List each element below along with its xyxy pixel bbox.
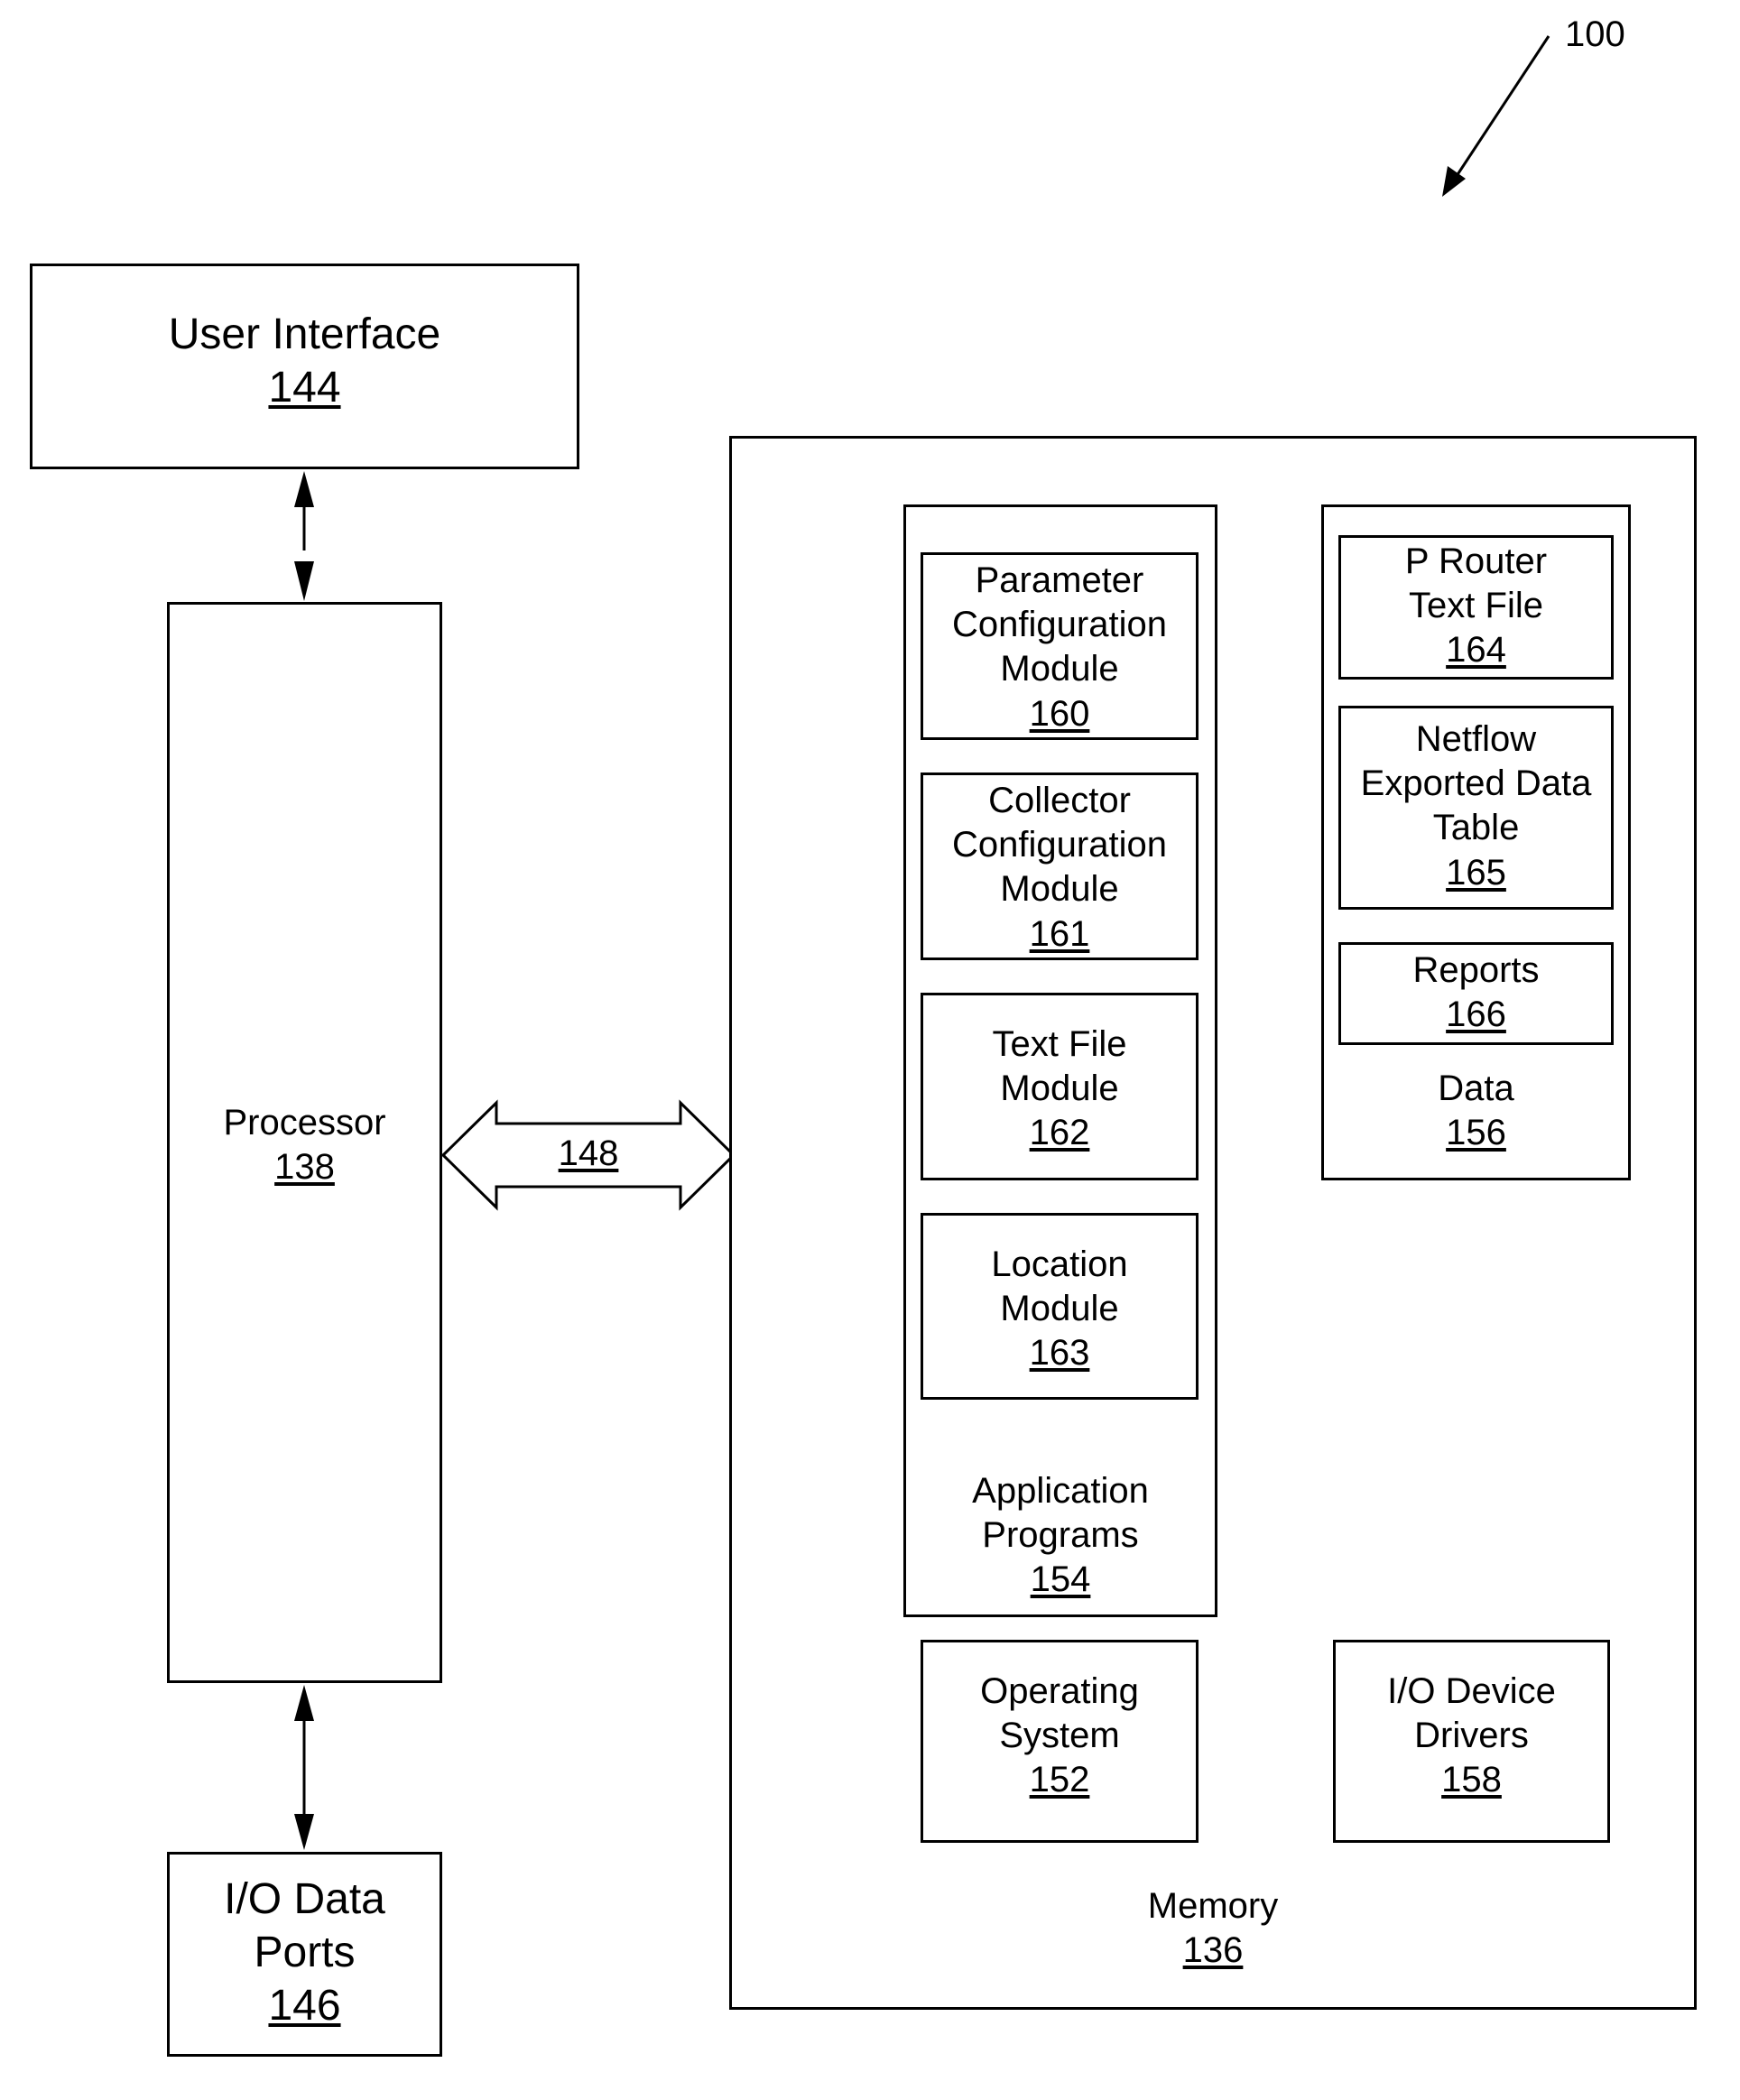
module-ref: 160 (1029, 693, 1090, 734)
application-programs-label-2: Programs (982, 1515, 1139, 1556)
data-item-label: Table (1432, 808, 1520, 848)
collector-configuration-module-box: Collector Configuration Module 161 (921, 772, 1199, 960)
processor-ref: 138 (274, 1147, 335, 1188)
data-item-label: P Router (1404, 541, 1548, 581)
p-router-text-file-box: P Router Text File 164 (1338, 535, 1614, 680)
module-label: Configuration (952, 605, 1167, 645)
io-device-drivers-label: Drivers (1414, 1716, 1529, 1756)
figure-ref-arrow (1442, 35, 1550, 197)
figure-ref-label: 100 (1565, 14, 1625, 54)
module-label: Module (1000, 869, 1119, 910)
module-ref: 162 (1029, 1113, 1090, 1153)
module-label: Module (1000, 649, 1119, 689)
netflow-exported-data-table-box: Netflow Exported Data Table 165 (1338, 706, 1614, 910)
data-item-ref: 164 (1446, 630, 1506, 671)
processor-io-arrow (294, 1685, 314, 1850)
parameter-configuration-module-box: Parameter Configuration Module 160 (921, 552, 1199, 740)
io-data-ports-label-1: I/O Data (224, 1875, 385, 1923)
io-data-ports-label-2: Ports (254, 1929, 356, 1977)
text-file-module-box: Text File Module 162 (921, 993, 1199, 1180)
io-device-drivers-label: I/O Device (1387, 1671, 1556, 1711)
bus-ref: 148 (558, 1133, 619, 1173)
operating-system-ref: 152 (1029, 1760, 1090, 1800)
data-ref: 156 (1446, 1113, 1506, 1153)
processor-label: Processor (223, 1103, 386, 1143)
user-interface-box: User Interface 144 (30, 264, 579, 469)
user-interface-label: User Interface (168, 310, 441, 358)
processor-box: Processor 138 (167, 602, 442, 1683)
reports-box: Reports 166 (1338, 942, 1614, 1045)
module-label: Module (1000, 1289, 1119, 1329)
io-data-ports-ref: 146 (268, 1982, 341, 2031)
location-module-box: Location Module 163 (921, 1213, 1199, 1400)
ui-processor-arrow (294, 471, 314, 601)
application-programs-label-1: Application (972, 1471, 1149, 1511)
data-item-ref: 166 (1446, 994, 1506, 1035)
data-item-label: Exported Data (1360, 763, 1592, 804)
operating-system-label: System (999, 1716, 1120, 1756)
io-data-ports-box: I/O Data Ports 146 (167, 1852, 442, 2057)
module-label: Text File (992, 1024, 1127, 1064)
module-ref: 161 (1029, 913, 1090, 954)
module-label: Configuration (952, 825, 1167, 865)
memory-label: Memory (1147, 1886, 1279, 1926)
user-interface-ref: 144 (268, 364, 341, 412)
module-label: Module (1000, 1069, 1119, 1109)
module-label: Parameter (975, 560, 1144, 600)
data-item-label: Text File (1409, 586, 1543, 626)
io-device-drivers-ref: 158 (1441, 1760, 1502, 1800)
operating-system-label: Operating (980, 1671, 1139, 1711)
data-label: Data (1438, 1069, 1514, 1108)
module-ref: 163 (1029, 1333, 1090, 1374)
data-item-label: Netflow (1415, 719, 1537, 759)
module-label: Location (991, 1244, 1128, 1284)
operating-system-box: Operating System 152 (921, 1640, 1199, 1843)
application-programs-ref: 154 (1030, 1559, 1091, 1600)
module-label: Collector (988, 781, 1131, 820)
data-item-ref: 165 (1446, 852, 1506, 893)
memory-ref: 136 (1182, 1930, 1244, 1971)
data-item-label: Reports (1412, 950, 1540, 990)
io-device-drivers-box: I/O Device Drivers 158 (1333, 1640, 1610, 1843)
